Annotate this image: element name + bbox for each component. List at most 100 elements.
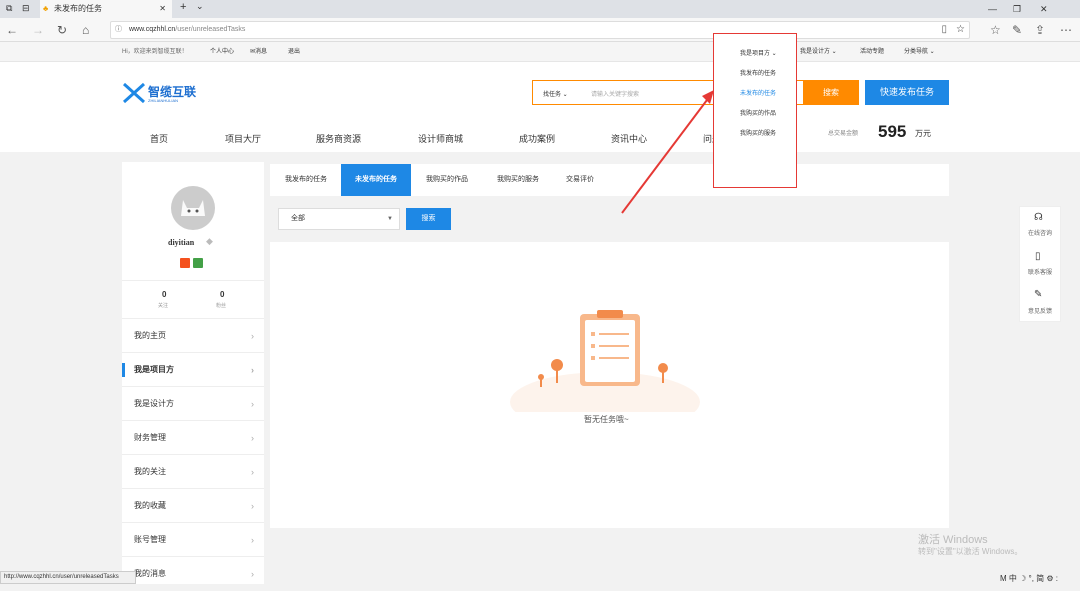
- chevron-right-icon: ›: [251, 433, 254, 443]
- cat-avatar-icon: [181, 200, 205, 216]
- menu-designer[interactable]: 我是设计方 ⌄: [800, 42, 837, 62]
- greeting-text: Hi，欢迎来到智缆互联！: [122, 49, 188, 55]
- favorites-hub-icon[interactable]: ☆: [990, 22, 1001, 38]
- sidebar-item-designer[interactable]: 我是设计方 ›: [122, 386, 264, 420]
- divider: [122, 280, 264, 281]
- chevron-right-icon: ›: [251, 569, 254, 579]
- tab-my-published[interactable]: 我发布的任务: [272, 164, 340, 196]
- restore-icon[interactable]: ❐: [1013, 0, 1021, 18]
- headset-icon[interactable]: ☊: [1034, 212, 1043, 223]
- tab-unpublished[interactable]: 未发布的任务: [341, 164, 411, 196]
- fans-label: 粉丝: [216, 303, 227, 309]
- user-center-link[interactable]: 个人中心: [210, 42, 234, 62]
- dropdown-bought-services[interactable]: 我购买的服务: [740, 128, 776, 137]
- pen-icon[interactable]: ✎: [1012, 22, 1022, 38]
- new-tab-icon[interactable]: +: [180, 1, 186, 13]
- dropdown-bought-works[interactable]: 我购买的作品: [740, 108, 776, 117]
- total-amount-unit: 万元: [915, 129, 931, 138]
- publish-task-button[interactable]: 快速发布任务: [865, 80, 949, 105]
- online-consult-label[interactable]: 在线咨询: [1019, 228, 1061, 237]
- dropdown-header: 我是项目方 ⌄: [740, 51, 777, 57]
- nav-providers[interactable]: 服务商资源: [316, 132, 361, 145]
- sidebar-item-home[interactable]: 我的主页 ›: [122, 318, 264, 352]
- sidebar-item-project-owner[interactable]: 我是项目方 ›: [122, 352, 264, 386]
- nav-home[interactable]: 首页: [150, 132, 168, 145]
- activation-watermark-subtitle: 转到"设置"以激活 Windows。: [918, 547, 1023, 556]
- share-icon[interactable]: ⇪: [1035, 22, 1045, 38]
- close-tab-icon[interactable]: ✕: [159, 0, 166, 18]
- window-close-icon[interactable]: ✕: [1040, 0, 1048, 18]
- reading-view-icon[interactable]: ▯: [941, 22, 947, 38]
- nav-project-hall[interactable]: 项目大厅: [225, 132, 261, 145]
- follow-label: 关注: [158, 303, 169, 309]
- email-verified-icon: [193, 258, 203, 268]
- search-type-select[interactable]: 找任务 ⌄: [543, 89, 568, 98]
- favicon-icon: ♣: [43, 4, 49, 13]
- username: diyitian: [168, 238, 195, 247]
- sidebar-item-account[interactable]: 账号管理 ›: [122, 522, 264, 556]
- info-icon: ⓘ: [115, 26, 122, 33]
- id-verified-icon: [180, 258, 190, 268]
- floating-service-bar: [1019, 206, 1061, 322]
- follow-count: 0: [162, 290, 167, 299]
- empty-text: 暂无任务哦~: [584, 415, 629, 424]
- sidebar-item-follows[interactable]: 我的关注 ›: [122, 454, 264, 488]
- messages-link[interactable]: ✉消息: [250, 42, 267, 62]
- feedback-label[interactable]: 意见反馈: [1019, 306, 1061, 315]
- avatar[interactable]: [171, 186, 215, 230]
- home-icon[interactable]: ⌂: [82, 22, 89, 38]
- favorite-star-icon[interactable]: ☆: [956, 22, 965, 38]
- diamond-icon: ◆: [206, 236, 213, 246]
- filter-search-button[interactable]: 搜索: [406, 208, 451, 230]
- status-filter-select[interactable]: 全部 ▼: [278, 208, 400, 230]
- url-path: /user/unreleasedTasks: [175, 26, 246, 33]
- chevron-right-icon: ›: [251, 399, 254, 409]
- activation-watermark-title: 激活 Windows: [918, 534, 988, 546]
- browser-tab[interactable]: ♣ 未发布的任务 ✕: [40, 0, 172, 18]
- dropdown-unpublished[interactable]: 未发布的任务: [740, 88, 776, 97]
- phone-icon[interactable]: ▯: [1035, 251, 1041, 262]
- chevron-right-icon: ›: [251, 365, 254, 375]
- nav-cases[interactable]: 成功案例: [519, 132, 555, 145]
- total-amount-label: 总交易金额: [828, 131, 859, 137]
- more-icon[interactable]: ⋯: [1060, 22, 1072, 38]
- menu-category-nav[interactable]: 分类导航 ⌄: [904, 42, 935, 62]
- logout-link[interactable]: 退出: [288, 42, 300, 62]
- chevron-right-icon: ›: [251, 535, 254, 545]
- sidebar-item-favorites[interactable]: 我的收藏 ›: [122, 488, 264, 522]
- logo-sub: ZHILIANHULIAN: [148, 98, 179, 103]
- chevron-right-icon: ›: [251, 331, 254, 341]
- tab-bought-works[interactable]: 我购买的作品: [412, 164, 482, 196]
- menu-activities[interactable]: 活动专题: [860, 42, 884, 62]
- tab-reviews[interactable]: 交易评价: [554, 164, 606, 196]
- address-row: ← → ↻ ⌂ ⓘ www.cqzhhl.cn/user/unreleasedT…: [0, 18, 1080, 42]
- back-icon[interactable]: ←: [6, 22, 18, 38]
- empty-panel: 暂无任务哦~: [270, 242, 949, 528]
- tab-title: 未发布的任务: [54, 4, 102, 13]
- site-top-strip: Hi，欢迎来到智缆互联！ 个人中心 ✉消息 退出 我是项目方 ⌄ 我是设计方 ⌄…: [0, 42, 1080, 62]
- sidebar-item-finance[interactable]: 财务管理 ›: [122, 420, 264, 454]
- contact-service-label[interactable]: 联系客服: [1019, 267, 1061, 276]
- dropdown-my-published[interactable]: 我发布的任务: [740, 68, 776, 77]
- tab-actions-icon[interactable]: ⊟: [22, 3, 30, 14]
- ime-indicator-icon[interactable]: M 中 ☽ °, 简 ⚙ :: [1000, 573, 1058, 584]
- url-host: www.cqzhhl.cn: [129, 26, 176, 33]
- logo-mark-icon: [122, 82, 146, 104]
- search-button[interactable]: 搜索: [803, 80, 859, 105]
- tab-list-chevron-icon[interactable]: ⌄: [196, 1, 204, 12]
- chevron-right-icon: ›: [251, 501, 254, 511]
- refresh-icon[interactable]: ↻: [57, 22, 67, 38]
- nav-designer-mall[interactable]: 设计师商城: [418, 132, 463, 145]
- feedback-icon[interactable]: ✎: [1034, 289, 1042, 300]
- address-bar[interactable]: ⓘ www.cqzhhl.cn/user/unreleasedTasks ▯ ☆: [110, 21, 970, 39]
- minimize-icon[interactable]: —: [988, 0, 997, 18]
- total-amount-value: 595: [878, 122, 907, 141]
- tab-bought-services[interactable]: 我购买的服务: [483, 164, 553, 196]
- site-logo[interactable]: 智缆互联 ZHILIANHULIAN: [122, 82, 196, 109]
- active-indicator: [122, 363, 125, 377]
- empty-clipboard-illustration: [510, 310, 700, 412]
- annotation-arrow: [621, 90, 714, 214]
- forward-icon[interactable]: →: [32, 22, 44, 38]
- sidebar-item-messages[interactable]: 我的消息 ›: [122, 556, 264, 584]
- window-menu-icon[interactable]: ⧉: [6, 3, 12, 14]
